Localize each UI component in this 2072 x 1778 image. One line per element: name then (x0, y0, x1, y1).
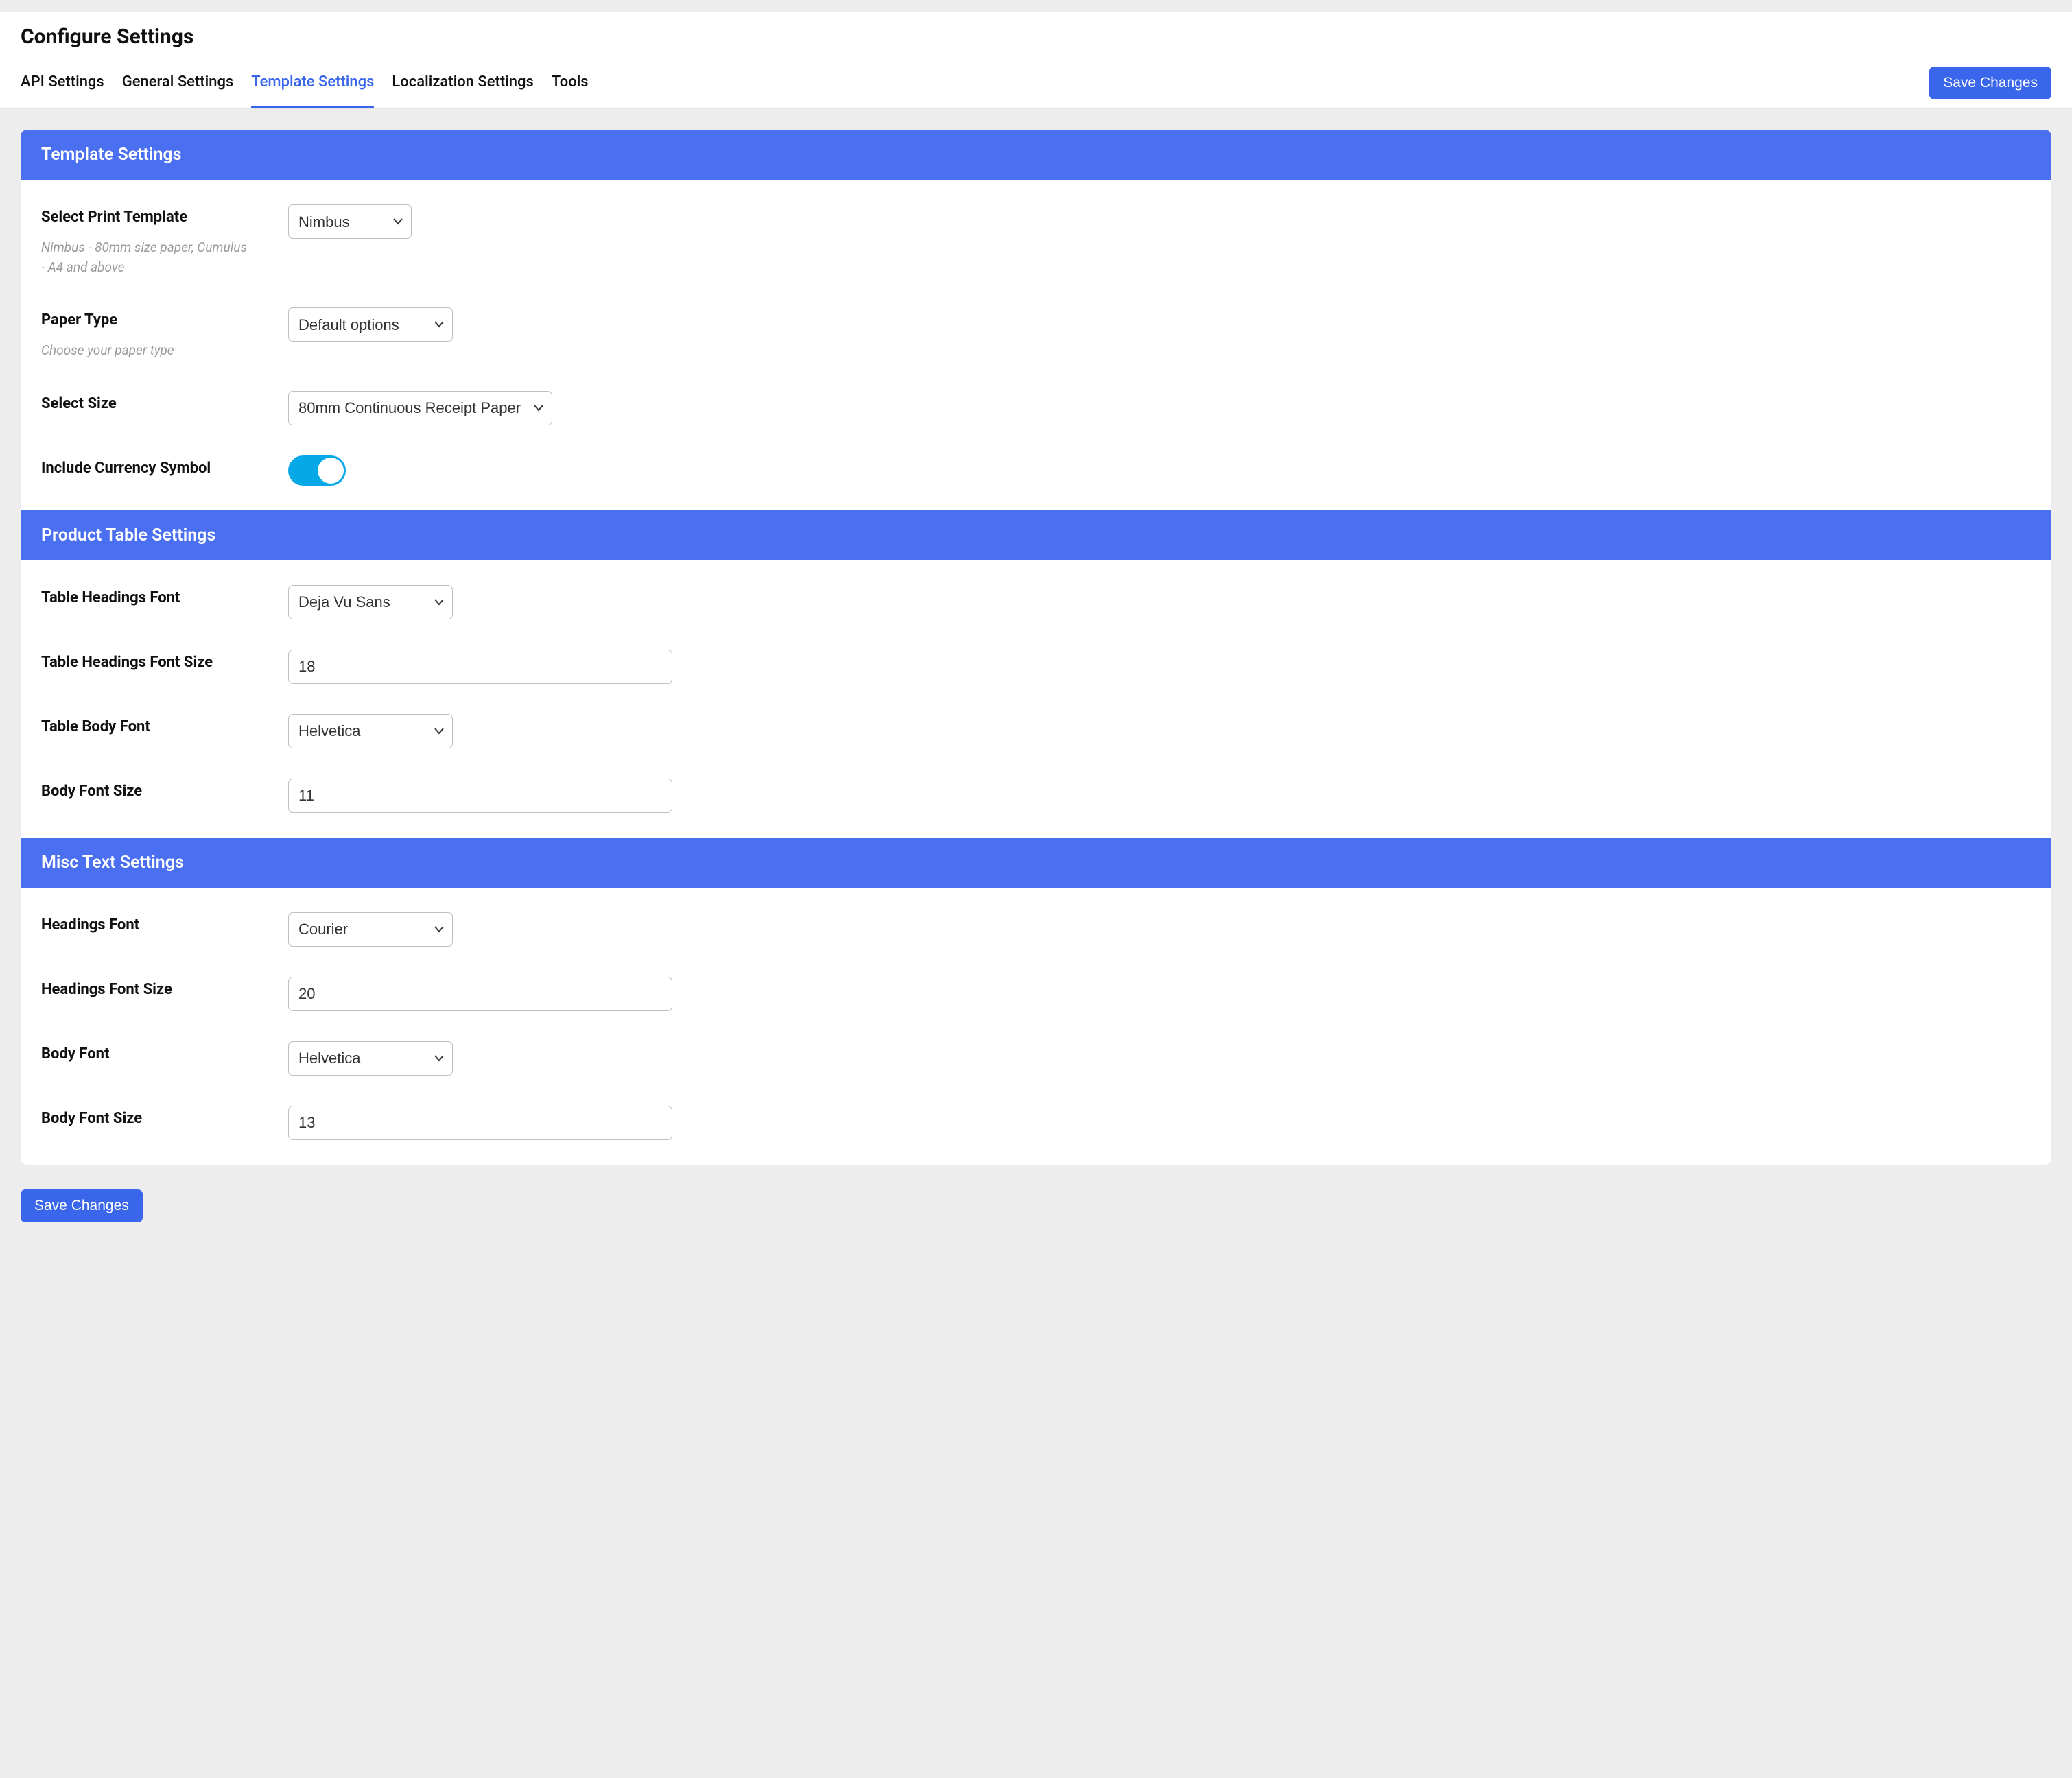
select-table-body-font[interactable]: Helvetica (288, 714, 453, 748)
label-misc-headings-font: Headings Font (41, 916, 288, 934)
save-changes-top-button[interactable]: Save Changes (1929, 67, 2051, 99)
input-body-font-size[interactable] (288, 779, 672, 813)
label-misc-body-font: Body Font (41, 1045, 288, 1063)
label-body-font-size: Body Font Size (41, 783, 288, 800)
tab-template-settings[interactable]: Template Settings (251, 57, 374, 108)
tab-api-settings[interactable]: API Settings (21, 57, 104, 108)
label-table-body-font: Table Body Font (41, 718, 288, 735)
select-misc-body-font[interactable]: Helvetica (288, 1041, 453, 1076)
select-print-template[interactable]: Nimbus (288, 204, 412, 239)
label-table-headings-font: Table Headings Font (41, 589, 288, 606)
section-header-product-table: Product Table Settings (21, 510, 2051, 560)
hint-print-template: Nimbus - 80mm size paper, Cumulus - A4 a… (41, 238, 247, 277)
section-header-misc-text: Misc Text Settings (21, 838, 2051, 888)
label-misc-headings-font-size: Headings Font Size (41, 981, 288, 998)
section-header-template: Template Settings (21, 130, 2051, 180)
select-size[interactable]: 80mm Continuous Receipt Paper (288, 391, 552, 425)
tab-tools[interactable]: Tools (552, 57, 589, 108)
toggle-knob (318, 458, 344, 484)
hint-paper-type: Choose your paper type (41, 341, 247, 361)
page-title: Configure Settings (21, 25, 2051, 49)
input-misc-headings-font-size[interactable] (288, 977, 672, 1011)
label-include-currency: Include Currency Symbol (41, 460, 288, 477)
toggle-include-currency[interactable] (288, 455, 346, 486)
label-select-size: Select Size (41, 395, 288, 412)
select-paper-type[interactable]: Default options (288, 307, 453, 342)
label-paper-type: Paper Type (41, 311, 288, 329)
label-table-headings-font-size: Table Headings Font Size (41, 654, 288, 671)
tab-localization-settings[interactable]: Localization Settings (392, 57, 533, 108)
input-table-headings-font-size[interactable] (288, 650, 672, 684)
tab-general-settings[interactable]: General Settings (122, 57, 234, 108)
save-changes-bottom-button[interactable]: Save Changes (21, 1189, 143, 1222)
select-table-headings-font[interactable]: Deja Vu Sans (288, 585, 453, 619)
input-misc-body-font-size[interactable] (288, 1106, 672, 1140)
tabs: API Settings General Settings Template S… (21, 57, 589, 108)
label-misc-body-font-size: Body Font Size (41, 1110, 288, 1127)
label-print-template: Select Print Template (41, 209, 288, 226)
select-misc-headings-font[interactable]: Courier (288, 912, 453, 947)
